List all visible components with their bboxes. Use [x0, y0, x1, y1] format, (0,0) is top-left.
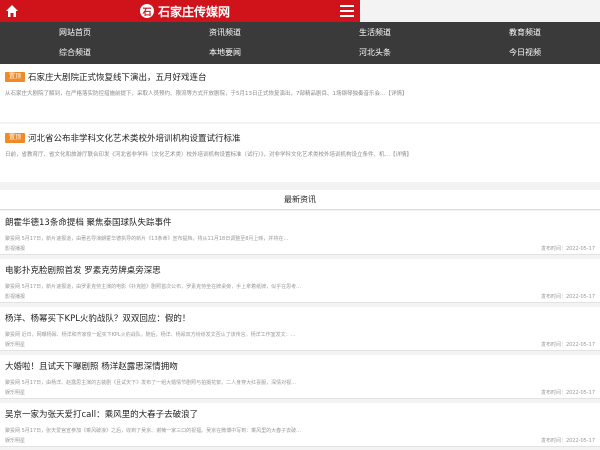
article-summary: 聚投网 5月17日，张天爱官宣参加《乘风破浪》之后，收到了吴京、谢楠一家三口的祝…	[5, 428, 302, 434]
header-bar: 石 石家庄传媒网	[0, 0, 360, 22]
article-source: 娱乐明星	[5, 438, 26, 444]
article-summary: 聚投网 5月17日，新片速报道，由著名导演朗霍华德执导的新片《13条命》宣布提档…	[5, 236, 289, 242]
featured-item[interactable]: 置顶 河北省公布非学科文化艺术类校外培训机构设置试行标准 日前，省教育厅、省文化…	[0, 124, 600, 182]
article-summary: 聚投网 5月17日，由杨洋、赵露思主演的古装剧《且试天下》发布了一组大婚情节剧照…	[5, 380, 297, 386]
article-date: 发布时间：2022-05-17	[540, 390, 595, 396]
list-item[interactable]: 朗霍华德13条命提档 聚焦泰国球队失踪事件 聚投网 5月17日，新片速报道，由著…	[0, 211, 600, 255]
menu-icon[interactable]	[340, 5, 354, 17]
site-logo[interactable]: 石 石家庄传媒网	[140, 3, 230, 19]
article-title[interactable]: 电影扑克脸剧照首发 罗素克劳牌桌旁深思	[5, 264, 161, 276]
main-nav: 网站首页 资讯频道 生活频道 教育频道 综合频道 本地要闻 河北头条 今日视频	[0, 22, 600, 64]
article-source: 影视播报	[5, 246, 26, 252]
article-source: 娱乐明星	[5, 342, 26, 348]
featured-desc: 从石家庄大剧院了解到，在严格落实防控措施前提下，采取人员预约、限流等方式开放剧院…	[5, 91, 408, 97]
site-name: 石家庄传媒网	[158, 4, 231, 19]
article-date: 发布时间：2022-05-17	[540, 342, 595, 348]
article-title[interactable]: 吴京一家为张天爱打call：乘风里的大春子去破浪了	[5, 408, 198, 420]
logo-mark: 石	[140, 4, 154, 18]
nav-item-home[interactable]: 网站首页	[0, 23, 150, 43]
article-date: 发布时间：2022-05-17	[540, 294, 595, 300]
latest-news-header: 最新资讯	[0, 190, 600, 210]
featured-title[interactable]: 河北省公布非学科文化艺术类校外培训机构设置试行标准	[28, 132, 241, 144]
article-summary: 聚投网 5月17日，新片速报道，由罗素克劳主演的电影《扑克脸》剧照首次公布，罗素…	[5, 284, 302, 290]
nav-item-news[interactable]: 资讯频道	[150, 23, 300, 43]
list-item[interactable]: 电影扑克脸剧照首发 罗素克劳牌桌旁深思 聚投网 5月17日，新片速报道，由罗素克…	[0, 259, 600, 303]
article-source: 娱乐明星	[5, 390, 26, 396]
article-title[interactable]: 杨洋、杨幂买下KPL火豹战队？双双回应：假的！	[5, 312, 190, 324]
featured-item[interactable]: 置顶 石家庄大剧院正式恢复线下演出，五月好戏连台 从石家庄大剧院了解到，在严格落…	[0, 64, 600, 122]
nav-item-education[interactable]: 教育频道	[450, 23, 600, 43]
pinned-badge: 置顶	[5, 72, 25, 82]
featured-desc: 日前，省教育厅、省文化和旅游厅联合印发《河北省非学科（文化艺术类）校外培训机构设…	[5, 152, 413, 158]
article-title[interactable]: 大婚啦！且试天下曝剧照 杨洋赵露思深情拥吻	[5, 360, 178, 372]
article-date: 发布时间：2022-05-17	[540, 246, 595, 252]
article-source: 影视播报	[5, 294, 26, 300]
nav-item-hebei[interactable]: 河北头条	[300, 43, 450, 63]
nav-item-life[interactable]: 生活频道	[300, 23, 450, 43]
pinned-badge: 置顶	[5, 133, 25, 143]
list-item[interactable]: 大婚啦！且试天下曝剧照 杨洋赵露思深情拥吻 聚投网 5月17日，由杨洋、赵露思主…	[0, 355, 600, 399]
article-title[interactable]: 朗霍华德13条命提档 聚焦泰国球队失踪事件	[5, 216, 172, 228]
article-summary: 聚投网 近日，网曝杨幂、杨洋和齐家俊一起买下KPL火豹战队。随后，杨洋、杨幂双方…	[5, 332, 296, 338]
home-icon[interactable]	[5, 4, 19, 18]
nav-item-general[interactable]: 综合频道	[0, 43, 150, 63]
list-item[interactable]: 吴京一家为张天爱打call：乘风里的大春子去破浪了 聚投网 5月17日，张天爱官…	[0, 403, 600, 447]
nav-item-video[interactable]: 今日视频	[450, 43, 600, 63]
list-item[interactable]: 杨洋、杨幂买下KPL火豹战队？双双回应：假的！ 聚投网 近日，网曝杨幂、杨洋和齐…	[0, 307, 600, 351]
featured-title[interactable]: 石家庄大剧院正式恢复线下演出，五月好戏连台	[28, 71, 207, 83]
nav-item-local[interactable]: 本地要闻	[150, 43, 300, 63]
article-date: 发布时间：2022-05-17	[540, 438, 595, 444]
